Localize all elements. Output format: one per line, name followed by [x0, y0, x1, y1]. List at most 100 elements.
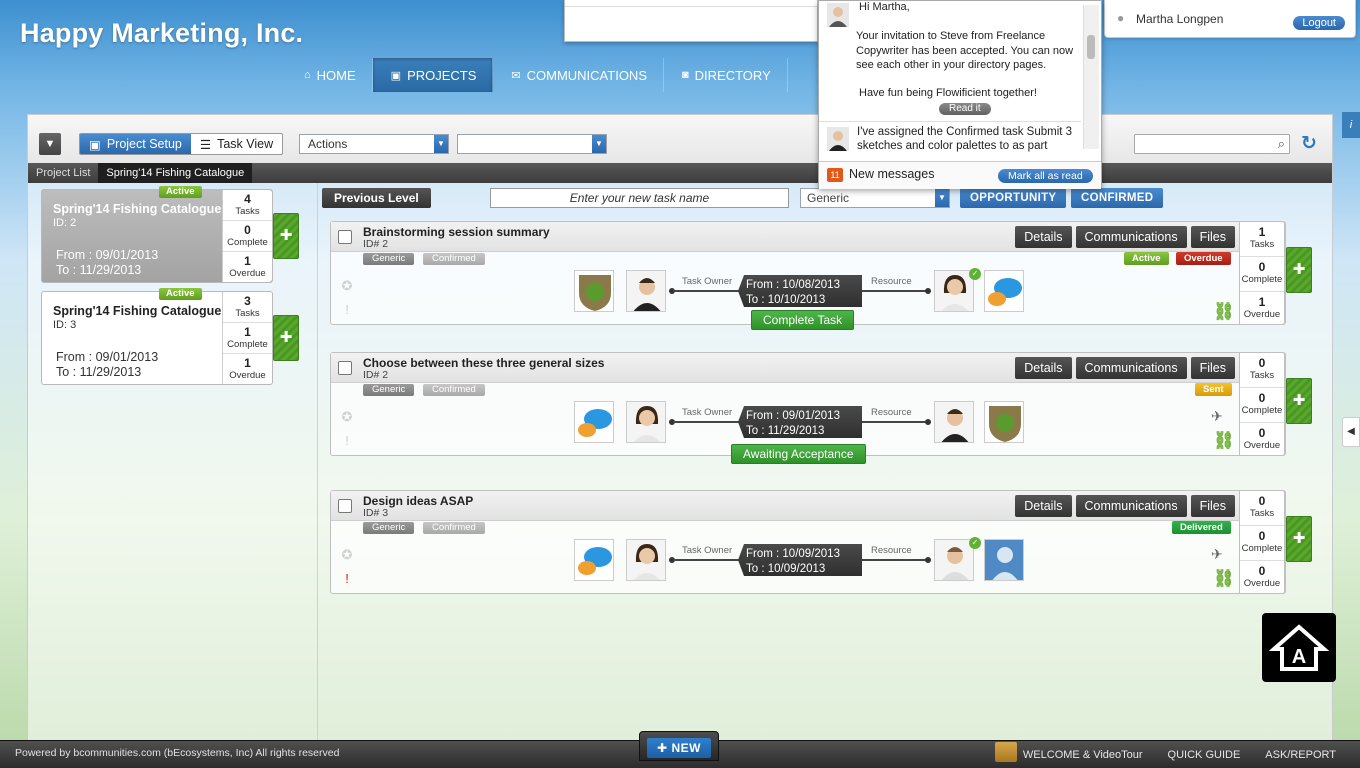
nav-directory-label: DIRECTORY — [694, 67, 771, 83]
add-task-button[interactable]: ✚ — [273, 213, 299, 259]
home-icon: ⌂ — [304, 69, 311, 81]
project-card[interactable]: Active Spring'14 Fishing Catalogue ID: 3… — [41, 288, 273, 385]
add-subtask-button[interactable]: ✚ — [1286, 516, 1312, 562]
new-task-input[interactable]: Enter your new task name — [490, 188, 789, 208]
task-title[interactable]: Design ideas ASAP — [363, 494, 473, 508]
add-subtask-button[interactable]: ✚ — [1286, 247, 1312, 293]
files-button[interactable]: Files — [1190, 357, 1235, 379]
help-badge[interactable]: A — [1262, 613, 1336, 682]
confirmed-button[interactable]: CONFIRMED — [1071, 188, 1164, 208]
star-pin-icon[interactable]: ✪ — [340, 547, 354, 565]
bird-icon[interactable]: ✈ — [1211, 546, 1223, 563]
new-label: NEW — [671, 741, 701, 755]
box-icon — [994, 742, 1017, 762]
overdue-count: 0 — [1258, 426, 1266, 440]
welcome-videotour-link[interactable]: WELCOME & VideoTour — [994, 742, 1143, 762]
breadcrumb-project-list[interactable]: Project List — [28, 163, 98, 183]
link-icon[interactable]: ⛓ — [1213, 431, 1235, 451]
complete-count: 0 — [1258, 391, 1266, 405]
details-button[interactable]: Details — [1015, 226, 1072, 248]
mark-all-read-button[interactable]: Mark all as read — [998, 169, 1093, 183]
search-input[interactable]: ⌕ — [1134, 134, 1290, 154]
link-icon[interactable]: ⛓ — [1213, 302, 1235, 322]
resource-avatar — [934, 270, 974, 312]
refresh-icon[interactable]: ↻ — [1301, 134, 1321, 154]
tasks-count: 3 — [244, 294, 251, 308]
details-button[interactable]: Details — [1015, 357, 1072, 379]
communications-button[interactable]: Communications — [1075, 226, 1187, 248]
files-button[interactable]: Files — [1190, 226, 1235, 248]
resource-avatar — [934, 539, 974, 581]
logout-button[interactable]: Logout — [1293, 16, 1345, 30]
task-checkbox[interactable] — [338, 230, 352, 244]
actions-select-value: Actions — [308, 137, 348, 151]
notification-item[interactable]: Hi Martha, Your invitation to Steve from… — [819, 1, 1081, 118]
notification-text[interactable]: I've assigned the Confirmed task Submit … — [857, 125, 1077, 153]
star-pin-icon[interactable]: ✪ — [340, 409, 354, 427]
link-icon[interactable]: ⛓ — [1213, 569, 1235, 589]
previous-level-button[interactable]: Previous Level — [322, 188, 431, 208]
project-to: To : 11/29/2013 — [56, 263, 142, 277]
add-task-button[interactable]: ✚ — [273, 315, 299, 361]
communications-button[interactable]: Communications — [1075, 495, 1187, 517]
add-icon: ✚ — [1292, 261, 1306, 278]
alert-pin-icon[interactable]: ! — [340, 302, 354, 320]
details-button[interactable]: Details — [1015, 495, 1072, 517]
project-card[interactable]: Active Spring'14 Fishing Catalogue ID: 2… — [41, 186, 273, 283]
alert-pin-icon[interactable]: ! — [340, 571, 354, 589]
complete-count: 1 — [244, 325, 251, 339]
read-it-button[interactable]: Read it — [939, 103, 991, 115]
nav-home[interactable]: ⌂ HOME — [286, 58, 373, 92]
complete-task-button[interactable]: Complete Task — [751, 310, 855, 330]
tag-generic: Generic — [363, 253, 415, 265]
task-title[interactable]: Choose between these three general sizes — [363, 356, 604, 370]
add-icon: ✚ — [1292, 530, 1306, 547]
alert-pin-icon[interactable]: ! — [340, 433, 354, 451]
complete-label: Complete — [227, 237, 268, 248]
ask-report-link[interactable]: ASK/REPORT — [1265, 748, 1336, 762]
project-to: To : 11/29/2013 — [56, 365, 142, 379]
actions-select[interactable]: Actions ▼ — [299, 134, 449, 154]
status-badge: Active — [159, 186, 202, 198]
task-title[interactable]: Brainstorming session summary — [363, 225, 550, 239]
star-pin-icon[interactable]: ✪ — [340, 278, 354, 296]
task-stats: 1 Tasks 0 Complete 1 Overdue — [1239, 221, 1285, 325]
awaiting-acceptance-button[interactable]: Awaiting Acceptance — [731, 444, 866, 464]
task-header: Design ideas ASAP ID# 3 Details Communic… — [331, 491, 1241, 521]
scrollbar[interactable] — [1083, 5, 1099, 149]
nav-communications[interactable]: ✉ COMMUNICATIONS — [493, 58, 664, 92]
communications-button[interactable]: Communications — [1075, 357, 1187, 379]
add-subtask-button[interactable]: ✚ — [1286, 378, 1312, 424]
task-stats: 0 Tasks 0 Complete 0 Overdue — [1239, 352, 1285, 456]
resource-label: Resource — [871, 545, 912, 556]
tasks-label: Tasks — [1249, 239, 1275, 250]
user-name: Martha Longpen — [1136, 12, 1224, 26]
info-icon[interactable]: i — [1342, 112, 1360, 138]
nav-directory[interactable]: ◙ DIRECTORY — [664, 58, 788, 92]
filter-select[interactable]: ▼ — [457, 134, 607, 154]
quick-guide-link[interactable]: QUICK GUIDE — [1168, 748, 1241, 762]
status-badge-active: Active — [1124, 252, 1169, 265]
task-checkbox[interactable] — [338, 499, 352, 513]
project-setup-button[interactable]: ▣ Project Setup — [80, 134, 191, 154]
resource-avatar — [934, 401, 974, 443]
bird-icon[interactable]: ✈ — [1211, 408, 1223, 425]
project-stats: 3 Tasks 1 Complete 1 Overdue — [222, 292, 272, 384]
overdue-label: Overdue — [1243, 578, 1281, 589]
task-checkbox[interactable] — [338, 361, 352, 375]
task-header: Choose between these three general sizes… — [331, 353, 1241, 383]
resource-label: Resource — [871, 276, 912, 287]
envelope-icon: ✉ — [511, 69, 521, 82]
collapse-tab[interactable]: ◀ — [1342, 417, 1360, 447]
files-button[interactable]: Files — [1190, 495, 1235, 517]
new-button[interactable]: ✚ NEW — [647, 738, 711, 758]
task-buttons: Details Communications Files — [1015, 495, 1235, 517]
nav-projects[interactable]: ▣ PROJECTS — [372, 58, 494, 92]
task-type-select[interactable]: Generic ▼ — [800, 188, 950, 208]
main-nav: ⌂ HOME ▣ PROJECTS ✉ COMMUNICATIONS ◙ DIR… — [286, 58, 788, 92]
task-view-button[interactable]: ☰ Task View — [190, 134, 283, 154]
opportunity-button[interactable]: OPPORTUNITY — [960, 188, 1067, 208]
breadcrumb: Project List Spring'14 Fishing Catalogue — [28, 163, 1332, 183]
project-id: ID: 2 — [53, 217, 77, 229]
pin-button[interactable]: ▼ — [39, 133, 61, 155]
